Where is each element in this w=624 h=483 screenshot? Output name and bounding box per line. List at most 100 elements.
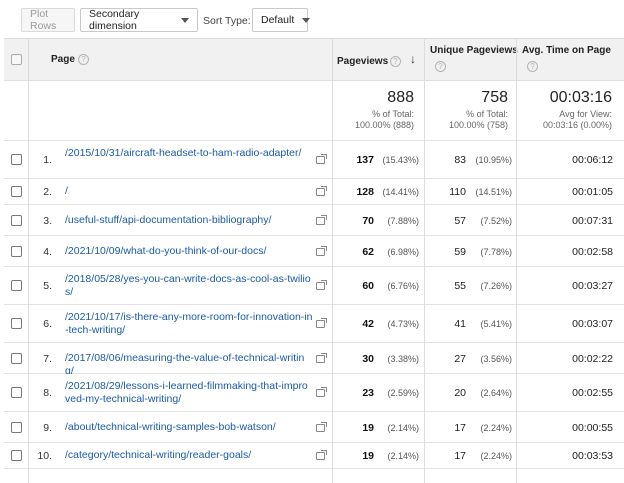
unique-pageviews-percent: (5.41%) (480, 319, 512, 329)
avg-time-value: 00:03:07 (572, 318, 613, 330)
avg-time-value: 00:02:58 (572, 246, 613, 258)
open-in-new-window-icon[interactable] (316, 186, 327, 196)
avg-time-value: 00:00:55 (572, 422, 613, 434)
row-checkbox[interactable] (11, 387, 22, 398)
unique-pageviews-value: 27 (454, 353, 466, 365)
unique-pageviews-value: 17 (454, 422, 466, 434)
total-pageviews: 888 (387, 89, 414, 106)
total-avg-time: 00:03:16 (549, 89, 612, 106)
row-checkbox[interactable] (11, 246, 22, 257)
report-table: Page ? Pageviews ? ↓ Unique Pageviews ? … (4, 38, 624, 483)
sort-type-dropdown[interactable]: Default (252, 8, 311, 32)
column-header-avg-time[interactable]: Avg. Time on Page (522, 45, 611, 56)
unique-pageviews-value: 83 (454, 154, 466, 166)
column-header-unique-pageviews[interactable]: Unique Pageviews (430, 45, 518, 56)
open-in-new-window-icon[interactable] (316, 387, 327, 397)
total-unique-label: % of Total: (466, 109, 508, 119)
unique-pageviews-percent: (14.51%) (475, 187, 512, 197)
column-header-page[interactable]: Page (51, 54, 75, 65)
row-index: 4. (43, 246, 52, 258)
avg-time-value: 00:03:53 (572, 450, 613, 462)
chevron-down-icon (302, 17, 311, 23)
help-icon[interactable]: ? (390, 56, 401, 67)
sort-type-label: Sort Type: (203, 15, 251, 27)
page-link[interactable]: /useful-stuff/api-documentation-bibliogr… (65, 214, 313, 227)
total-unique-pageviews: 758 (481, 89, 508, 106)
unique-pageviews-value: 20 (454, 387, 466, 399)
help-icon[interactable]: ? (78, 54, 89, 65)
open-in-new-window-icon[interactable] (316, 422, 327, 432)
open-in-new-window-icon[interactable] (316, 318, 327, 328)
pageviews-value: 19 (362, 450, 374, 462)
open-in-new-window-icon[interactable] (316, 215, 327, 225)
row-checkbox[interactable] (11, 186, 22, 197)
page-link[interactable]: /2015/10/31/aircraft-headset-to-ham-radi… (65, 147, 313, 160)
pageviews-percent: (6.98%) (387, 247, 419, 257)
help-icon[interactable]: ? (527, 61, 538, 72)
pageviews-value: 42 (362, 318, 374, 330)
sort-descending-icon[interactable]: ↓ (410, 52, 416, 66)
row-index: 3. (43, 215, 52, 227)
row-checkbox[interactable] (11, 154, 22, 165)
row-checkbox[interactable] (11, 280, 22, 291)
pageviews-value: 23 (362, 387, 374, 399)
table-row: 10. /category/technical-writing/reader-go… (4, 443, 624, 469)
page-link[interactable]: /2021/10/17/is-there-any-more-room-for-i… (65, 311, 313, 337)
pageviews-percent: (6.76%) (387, 281, 419, 291)
select-all-checkbox[interactable] (11, 54, 22, 65)
chevron-down-icon (181, 17, 189, 23)
pageviews-value: 70 (362, 215, 374, 227)
row-index: 7. (43, 353, 52, 365)
row-checkbox[interactable] (11, 450, 22, 461)
row-index: 8. (43, 387, 52, 399)
pageviews-value: 137 (356, 154, 374, 166)
column-divider (28, 39, 29, 483)
total-pageviews-label: % of Total: (372, 109, 414, 119)
secondary-dimension-dropdown[interactable]: Secondary dimension (80, 8, 198, 32)
pageviews-percent: (14.41%) (382, 187, 419, 197)
avg-time-value: 00:02:55 (572, 387, 613, 399)
table-row: 5. /2018/05/28/yes-you-can-write-docs-as-… (4, 267, 624, 305)
avg-time-value: 00:06:12 (572, 154, 613, 166)
pageviews-percent: (7.88%) (387, 216, 419, 226)
open-in-new-window-icon[interactable] (316, 246, 327, 256)
table-row: 3. /useful-stuff/api-documentation-biblio… (4, 205, 624, 236)
unique-pageviews-percent: (3.56%) (480, 354, 512, 364)
pageviews-value: 128 (356, 186, 374, 198)
unique-pageviews-value: 59 (454, 246, 466, 258)
page-link[interactable]: /2021/08/29/lessons-i-learned-filmmaking… (65, 380, 313, 406)
page-link[interactable]: /category/technical-writing/reader-goals… (65, 449, 313, 462)
pageviews-percent: (4.73%) (387, 319, 419, 329)
column-divider (332, 39, 333, 483)
column-header-pageviews[interactable]: Pageviews (337, 56, 388, 67)
row-index: 1. (43, 154, 52, 166)
column-divider (424, 39, 425, 483)
open-in-new-window-icon[interactable] (316, 353, 327, 363)
open-in-new-window-icon[interactable] (316, 450, 327, 460)
page-link[interactable]: /about/technical-writing-samples-bob-wat… (65, 421, 313, 434)
row-checkbox[interactable] (11, 353, 22, 364)
plot-rows-button[interactable]: Plot Rows (21, 8, 75, 32)
unique-pageviews-percent: (2.24%) (480, 423, 512, 433)
totals-row: 888 % of Total: 100.00% (888) 758 % of T… (4, 81, 624, 141)
avg-time-value: 00:02:22 (572, 353, 613, 365)
unique-pageviews-percent: (2.24%) (480, 451, 512, 461)
open-in-new-window-icon[interactable] (316, 154, 327, 164)
unique-pageviews-value: 41 (454, 318, 466, 330)
row-checkbox[interactable] (11, 215, 22, 226)
avg-time-value: 00:03:27 (572, 280, 613, 292)
unique-pageviews-percent: (7.52%) (480, 216, 512, 226)
row-checkbox[interactable] (11, 318, 22, 329)
page-link[interactable]: / (65, 185, 313, 198)
pageviews-percent: (3.38%) (387, 354, 419, 364)
open-in-new-window-icon[interactable] (316, 280, 327, 290)
secondary-dimension-label: Secondary dimension (89, 8, 140, 32)
page-link[interactable]: /2021/10/09/what-do-you-think-of-our-doc… (65, 245, 313, 258)
row-checkbox[interactable] (11, 422, 22, 433)
row-index: 5. (43, 280, 52, 292)
page-link[interactable]: /2018/05/28/yes-you-can-write-docs-as-co… (65, 273, 313, 299)
table-header-row: Page ? Pageviews ? ↓ Unique Pageviews ? … (4, 39, 624, 81)
column-divider (516, 39, 517, 483)
pageviews-percent: (2.59%) (387, 388, 419, 398)
help-icon[interactable]: ? (435, 61, 446, 72)
